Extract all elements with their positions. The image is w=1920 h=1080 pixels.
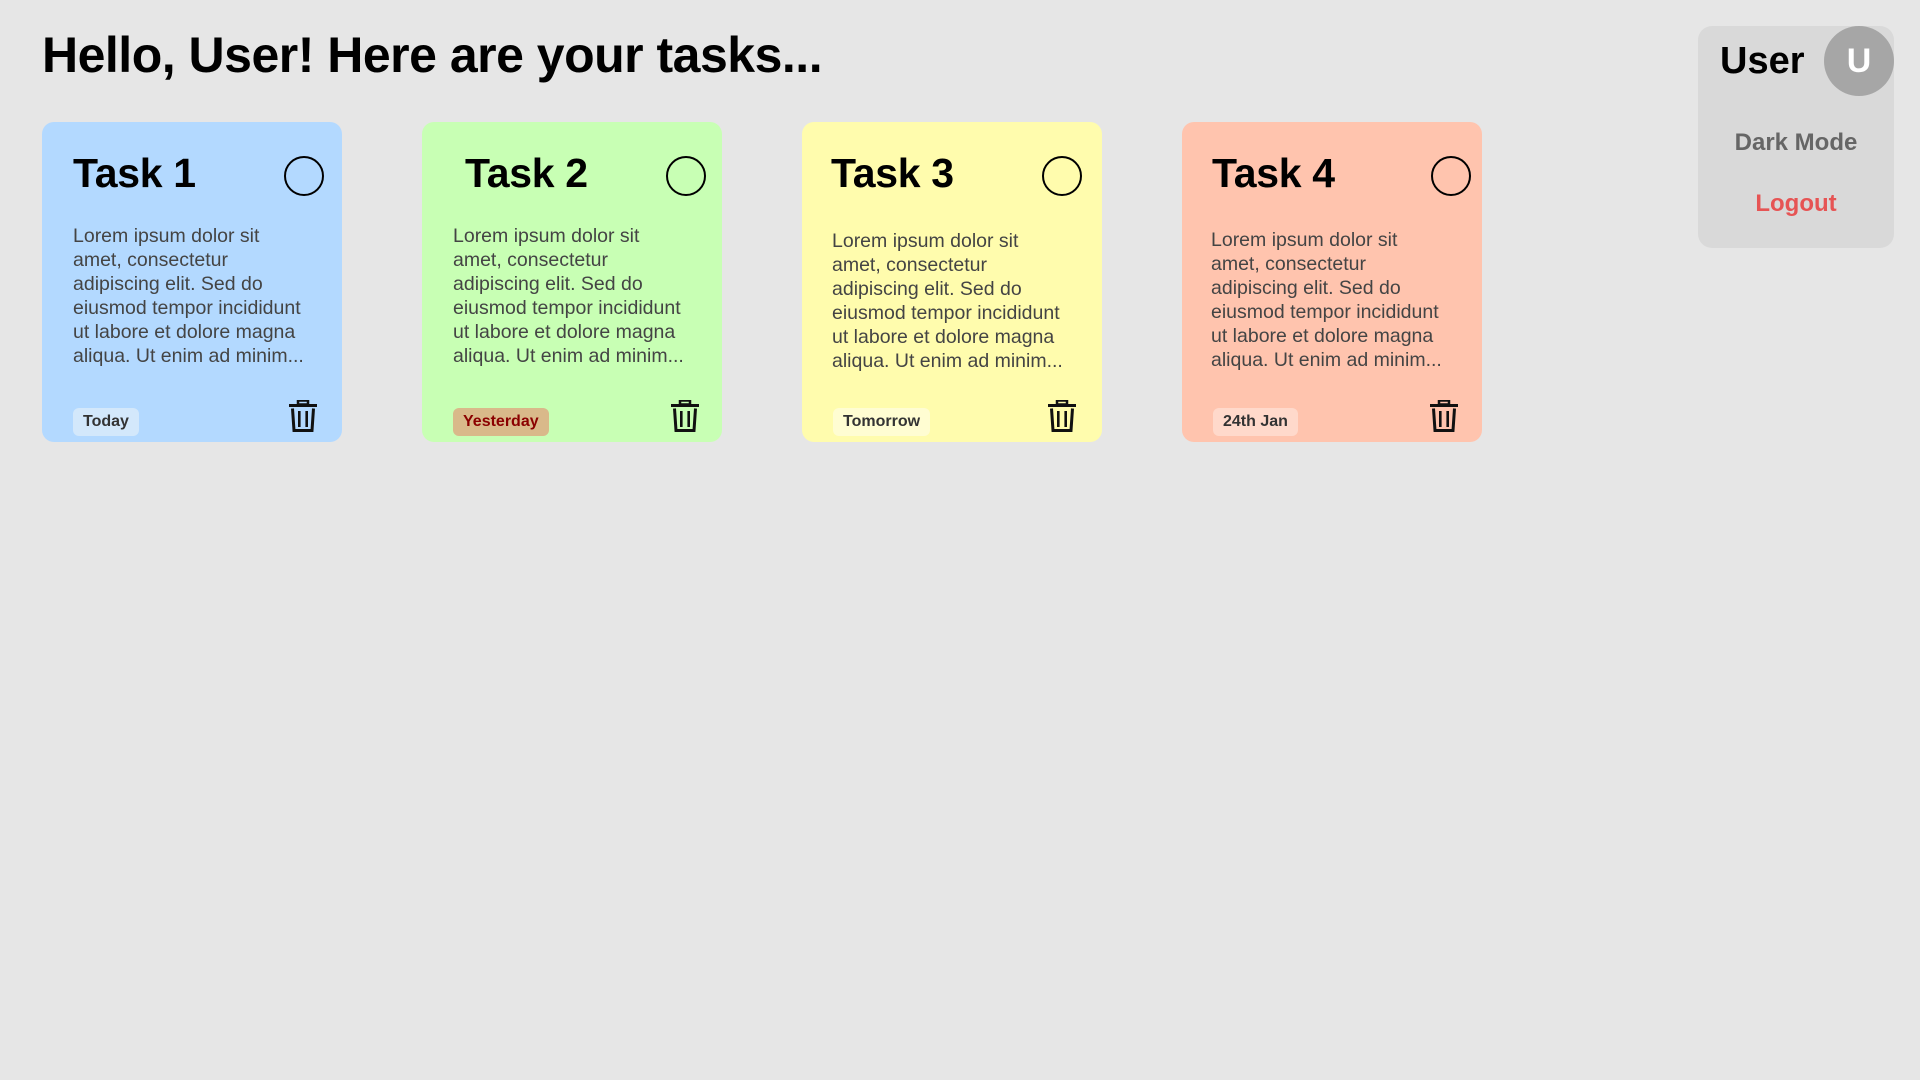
delete-task-button[interactable] (1429, 400, 1459, 432)
trash-icon (671, 400, 699, 432)
due-date-badge: Today (73, 408, 139, 436)
task-description: Lorem ipsum dolor sit amet, consectetur … (453, 225, 684, 367)
trash-icon (289, 400, 317, 432)
trash-icon (1430, 400, 1458, 432)
complete-circle-icon[interactable] (1042, 156, 1082, 196)
user-name: User (1720, 40, 1805, 82)
user-menu: User U Dark Mode Logout (1698, 26, 1894, 248)
task-description: Lorem ipsum dolor sit amet, consectetur … (1211, 229, 1442, 371)
delete-task-button[interactable] (288, 400, 318, 432)
complete-circle-icon[interactable] (284, 156, 324, 196)
task-description: Lorem ipsum dolor sit amet, consectetur … (832, 230, 1063, 372)
dark-mode-button[interactable]: Dark Mode (1698, 129, 1894, 157)
task-card-3: Task 3 Lorem ipsum dolor sit amet, conse… (802, 122, 1102, 442)
task-title: Task 4 (1212, 150, 1335, 196)
complete-circle-icon[interactable] (666, 156, 706, 196)
due-date-badge: 24th Jan (1213, 408, 1298, 436)
trash-icon (1048, 400, 1076, 432)
task-title: Task 1 (73, 150, 196, 196)
due-date-badge: Tomorrow (833, 408, 931, 436)
page-title: Hello, User! Here are your tasks... (42, 27, 823, 83)
task-description: Lorem ipsum dolor sit amet, consectetur … (73, 225, 304, 367)
complete-circle-icon[interactable] (1431, 156, 1471, 196)
task-title: Task 2 (465, 150, 588, 196)
due-date-badge: Yesterday (453, 408, 549, 436)
logout-button[interactable]: Logout (1698, 190, 1894, 218)
task-card-4: Task 4 Lorem ipsum dolor sit amet, conse… (1182, 122, 1482, 442)
task-card-1: Task 1 Lorem ipsum dolor sit amet, conse… (42, 122, 342, 442)
delete-task-button[interactable] (1047, 400, 1077, 432)
avatar[interactable]: U (1824, 26, 1894, 96)
task-title: Task 3 (831, 150, 954, 196)
delete-task-button[interactable] (670, 400, 700, 432)
task-card-2: Task 2 Lorem ipsum dolor sit amet, conse… (422, 122, 722, 442)
